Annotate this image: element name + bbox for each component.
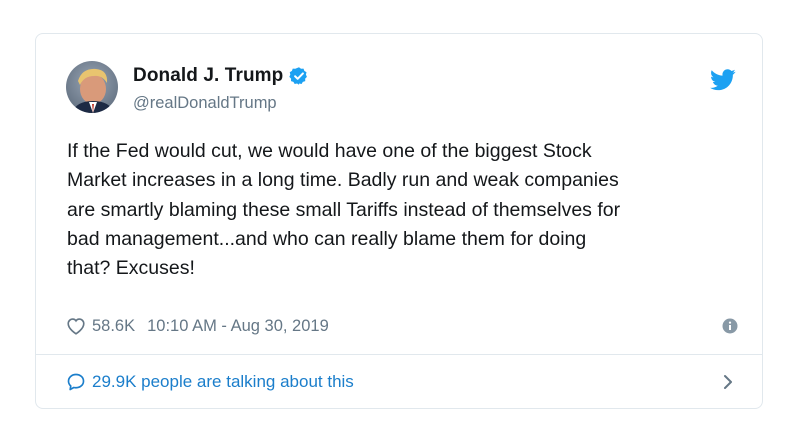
verified-badge-icon: [289, 66, 309, 86]
heart-icon[interactable]: [66, 317, 86, 335]
chevron-right-icon[interactable]: [722, 373, 734, 391]
speech-bubble-icon: [66, 372, 86, 392]
avatar[interactable]: [66, 61, 118, 113]
tweet-header: Donald J. Trump @realDonaldTrump: [66, 61, 736, 121]
tweet-timestamp[interactable]: 10:10 AM - Aug 30, 2019: [147, 317, 329, 336]
tweet-meta: 58.6K 10:10 AM - Aug 30, 2019: [66, 314, 738, 338]
user-handle[interactable]: @realDonaldTrump: [133, 94, 277, 113]
talking-about-text: 29.9K people are talking about this: [92, 372, 354, 391]
tweet-card[interactable]: Donald J. Trump @realDonaldTrump If the …: [35, 33, 763, 409]
divider: [36, 354, 762, 355]
twitter-bird-icon[interactable]: [710, 69, 736, 91]
display-name[interactable]: Donald J. Trump: [133, 65, 283, 87]
talking-about-link[interactable]: 29.9K people are talking about this: [66, 370, 736, 394]
like-count[interactable]: 58.6K: [92, 317, 135, 336]
name-row: Donald J. Trump: [133, 65, 309, 87]
tweet-text: If the Fed would cut, we would have one …: [67, 140, 621, 280]
info-icon[interactable]: [722, 318, 738, 334]
